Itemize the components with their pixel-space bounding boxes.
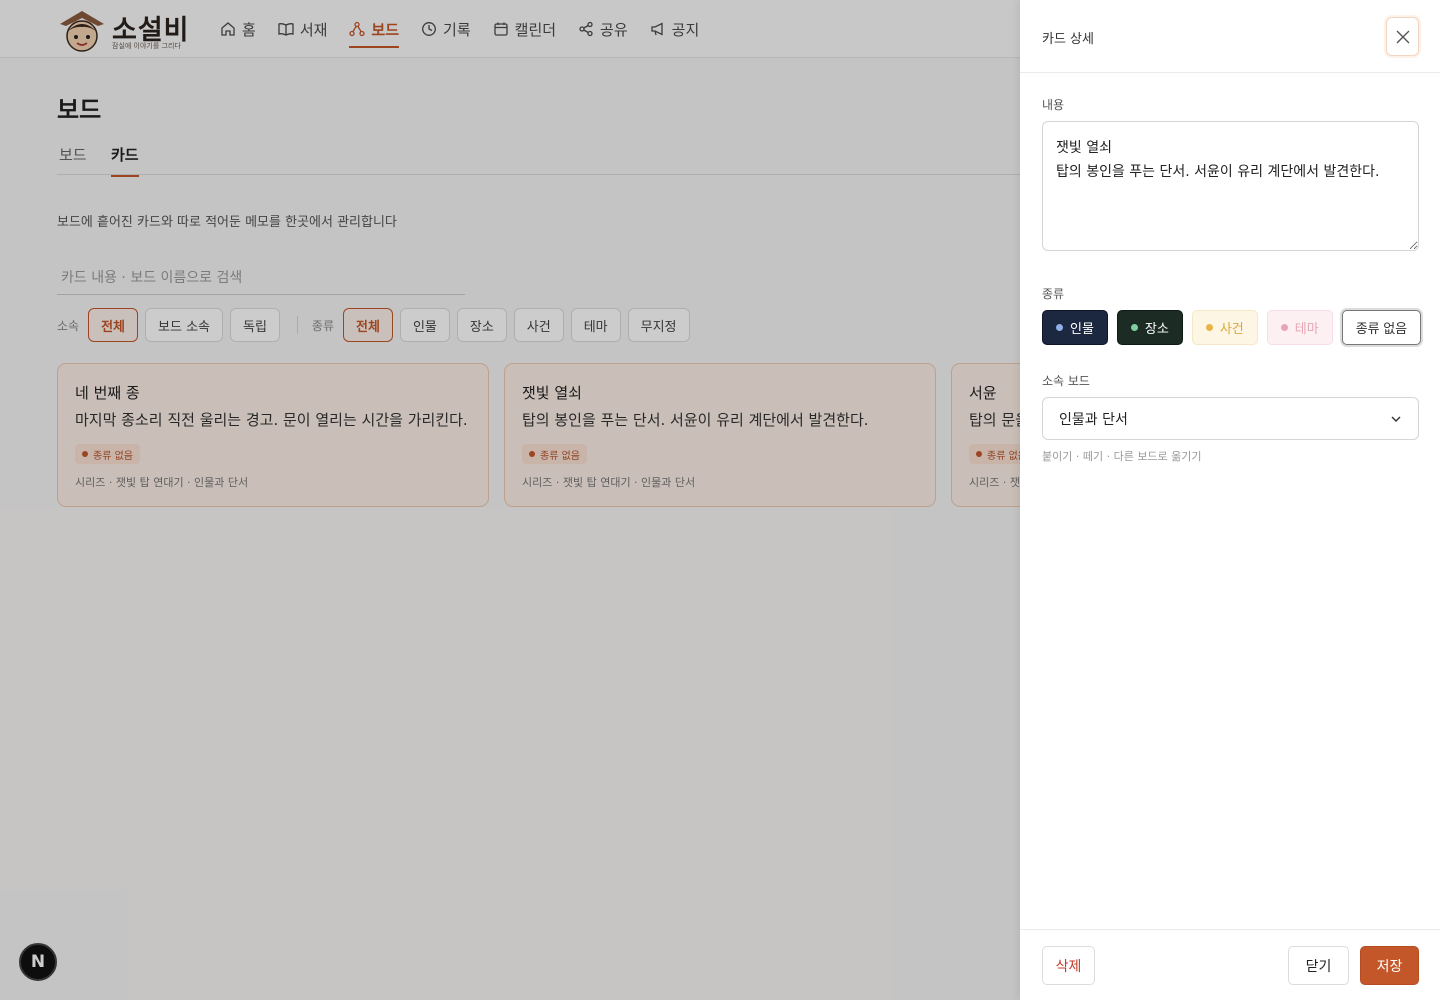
type-label: 종류 (1042, 287, 1065, 301)
panel-title: 카드 상세 (1042, 32, 1094, 47)
panel-header: 카드 상세 (1020, 0, 1440, 73)
board-select[interactable]: 인물과 단서 (1042, 397, 1419, 440)
type-label-text: 장소 (1144, 321, 1169, 336)
type-option-theme[interactable]: 테마 (1266, 310, 1333, 345)
type-dot (1205, 324, 1213, 331)
type-label-text: 사건 (1219, 321, 1244, 336)
type-label-text: 테마 (1294, 321, 1319, 336)
type-selector: 인물 장소 사건 테마 종류 없음 (1042, 310, 1422, 345)
card-content-textarea[interactable] (1042, 121, 1419, 251)
type-dot (1280, 324, 1288, 331)
panel-close-button[interactable] (1386, 17, 1419, 56)
type-dot (1130, 324, 1138, 331)
panel-footer: 삭제 닫기 저장 (1020, 929, 1440, 1000)
type-option-none[interactable]: 종류 없음 (1341, 310, 1422, 345)
board-select-value: 인물과 단서 (1059, 411, 1128, 428)
save-button[interactable]: 저장 (1360, 946, 1419, 985)
card-detail-panel: 카드 상세 내용 종류 인물 장소 사건 테마 종류 없음 소속 보드 인물과 … (1020, 0, 1440, 1000)
close-button[interactable]: 닫기 (1288, 946, 1349, 985)
type-option-event[interactable]: 사건 (1191, 310, 1258, 345)
type-option-place[interactable]: 장소 (1116, 310, 1183, 345)
board-hint: 붙이기 · 떼기 · 다른 보드로 옮기기 (1042, 450, 1202, 463)
content-label: 내용 (1042, 98, 1065, 112)
type-option-person[interactable]: 인물 (1042, 310, 1108, 345)
type-label-text: 인물 (1070, 321, 1094, 336)
type-dot (1056, 324, 1063, 331)
board-label: 소속 보드 (1042, 374, 1090, 388)
delete-button[interactable]: 삭제 (1042, 946, 1095, 985)
chevron-down-icon (1391, 416, 1401, 422)
close-icon (1396, 30, 1409, 43)
